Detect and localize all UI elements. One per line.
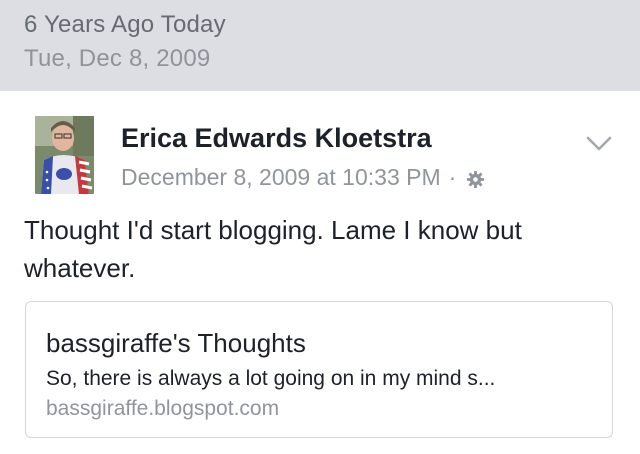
meta-separator: · [448, 164, 457, 190]
post-meta: December 8, 2009 at 10:33 PM · [121, 164, 485, 191]
link-preview-card[interactable]: bassgiraffe's Thoughts So, there is alwa… [25, 301, 613, 438]
gear-icon[interactable] [466, 168, 485, 189]
post-text: Thought I'd start blogging. Lame I know … [24, 215, 522, 283]
link-description: So, there is always a lot going on in my… [46, 367, 496, 390]
avatar[interactable] [35, 116, 94, 194]
author-name[interactable]: Erica Edwards Kloetstra [121, 123, 432, 154]
link-title[interactable]: bassgiraffe's Thoughts [46, 328, 306, 359]
memory-title: 6 Years Ago Today [24, 11, 226, 38]
memory-header: 6 Years Ago Today Tue, Dec 8, 2009 [0, 0, 640, 91]
memory-date: Tue, Dec 8, 2009 [24, 45, 211, 72]
post-timestamp[interactable]: December 8, 2009 at 10:33 PM [121, 164, 441, 191]
chevron-down-icon[interactable] [586, 135, 612, 153]
post-card: Erica Edwards Kloetstra December 8, 2009… [0, 91, 640, 454]
link-domain: bassgiraffe.blogspot.com [46, 397, 280, 420]
